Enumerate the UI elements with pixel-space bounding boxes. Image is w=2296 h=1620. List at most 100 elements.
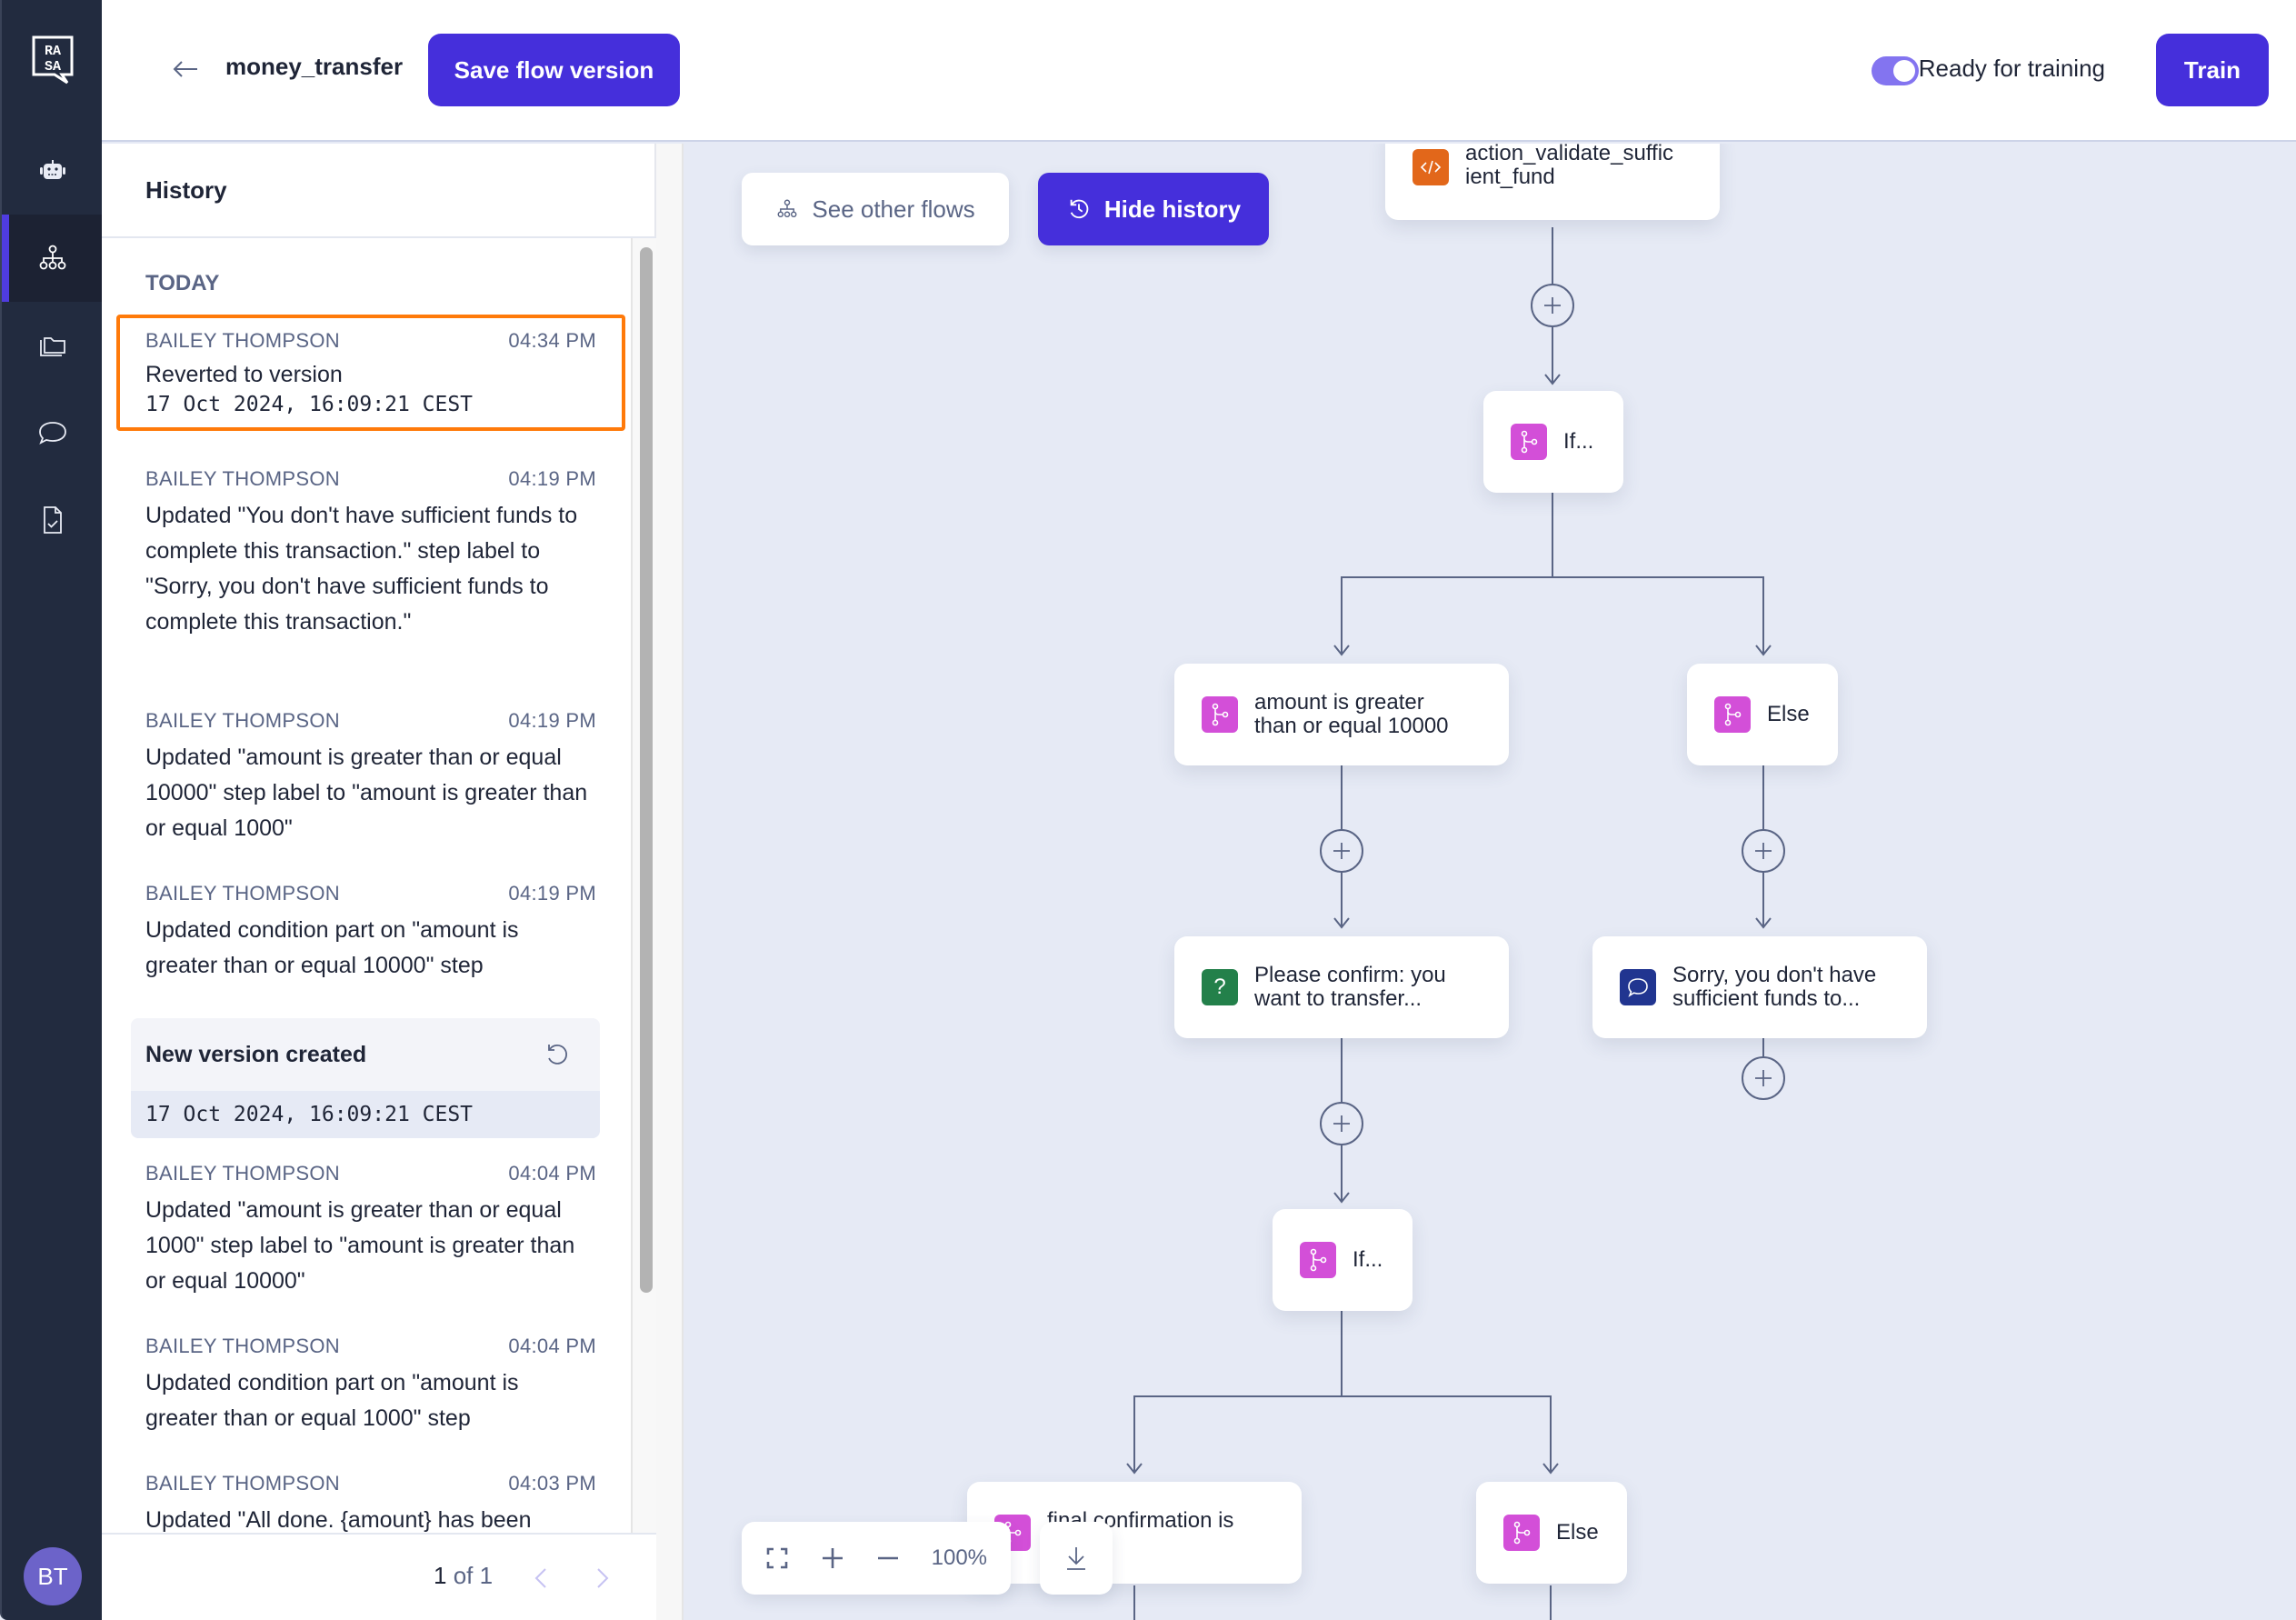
- history-list: TODAY BAILEY THOMPSON 04:34 PM Reverted t…: [102, 238, 631, 1533]
- see-other-flows-label: See other flows: [812, 195, 975, 223]
- chat-bubble-icon: [39, 422, 66, 445]
- page-total: 1: [479, 1562, 494, 1589]
- history-entry[interactable]: BAILEY THOMPSON 04:34 PM Reverted to vers…: [116, 315, 625, 431]
- history-title: History: [145, 176, 227, 204]
- entry-description: Updated condition part on "amount is gre…: [145, 917, 519, 978]
- entry-version-date: 17 Oct 2024, 16:09:21 CEST: [145, 393, 474, 416]
- history-entry[interactable]: BAILEY THOMPSON 04:19 PM Updated "You don…: [116, 453, 625, 640]
- entry-author: BAILEY THOMPSON: [145, 467, 340, 490]
- plus-icon: [1755, 1070, 1772, 1086]
- branch-icon: [1300, 1242, 1336, 1278]
- flow-node-else[interactable]: Else: [1476, 1482, 1627, 1584]
- history-entry[interactable]: BAILEY THOMPSON 04:03 PM Updated "All don…: [116, 1457, 625, 1533]
- history-scrollbar[interactable]: [631, 238, 656, 1533]
- flow-node-action[interactable]: action_validate_suffic ient_fund: [1385, 144, 1720, 220]
- entry-time: 04:19 PM: [508, 467, 596, 490]
- download-icon: [1067, 1547, 1085, 1570]
- entry-description: Updated "You don't have sufficient funds…: [145, 503, 578, 635]
- history-panel: History TODAY BAILEY THOMPSON 04:34 PM Re…: [102, 144, 656, 1620]
- flow-tree-icon: [777, 199, 797, 218]
- node-label: If...: [1353, 1247, 1383, 1272]
- flow-node-else[interactable]: Else: [1687, 664, 1838, 765]
- see-other-flows-button[interactable]: See other flows: [742, 173, 1009, 245]
- scrollbar-thumb[interactable]: [640, 247, 653, 1293]
- question-icon: ?: [1202, 969, 1238, 1005]
- branch-icon: [1714, 696, 1751, 733]
- history-icon: [1070, 199, 1089, 219]
- entry-time: 04:19 PM: [508, 709, 596, 732]
- page-indicator: 1 of 1: [434, 1562, 493, 1590]
- version-card: New version created 17 Oct 2024, 16:09:2…: [131, 1018, 600, 1138]
- entry-author: BAILEY THOMPSON: [145, 709, 340, 732]
- entry-author: BAILEY THOMPSON: [145, 329, 340, 352]
- user-initials: BT: [37, 1562, 68, 1590]
- entry-description: Updated condition part on "amount is gre…: [145, 1370, 519, 1431]
- arrow-left-icon: [173, 61, 197, 77]
- branch-icon: [1511, 424, 1547, 460]
- add-step-button[interactable]: [1320, 829, 1363, 873]
- flow-canvas[interactable]: See other flows Hide history action_vali…: [684, 144, 2296, 1620]
- next-page-button[interactable]: [589, 1562, 616, 1595]
- history-entry[interactable]: BAILEY THOMPSON 04:19 PM Updated "amount …: [116, 695, 625, 846]
- flow-node-condition[interactable]: final confirmation is: [967, 1482, 1302, 1584]
- history-entry[interactable]: BAILEY THOMPSON 04:19 PM Updated conditio…: [116, 867, 625, 984]
- add-step-button[interactable]: [1742, 829, 1785, 873]
- branch-icon: [1202, 696, 1238, 733]
- zoom-out-button[interactable]: [876, 1545, 901, 1572]
- flow-node-if[interactable]: If...: [1483, 391, 1623, 493]
- restore-version-icon[interactable]: [544, 1041, 571, 1068]
- code-icon: [1413, 149, 1449, 185]
- file-check-icon: [44, 506, 62, 534]
- train-button[interactable]: Train: [2156, 34, 2269, 106]
- node-label: Else: [1767, 702, 1810, 726]
- chevron-left-icon: [534, 1568, 546, 1588]
- previous-page-button[interactable]: [527, 1562, 554, 1595]
- back-button[interactable]: [167, 51, 204, 87]
- page-of: of: [453, 1562, 474, 1589]
- panel-gutter: [656, 144, 684, 1620]
- toggle-knob: [1893, 60, 1915, 82]
- history-entry[interactable]: BAILEY THOMPSON 04:04 PM Updated "amount …: [116, 1147, 625, 1299]
- robot-icon: [40, 160, 65, 179]
- plus-icon: [823, 1548, 844, 1568]
- add-step-button[interactable]: [1742, 1056, 1785, 1100]
- flow-node-if[interactable]: If...: [1273, 1209, 1413, 1311]
- ready-for-training-toggle[interactable]: [1872, 56, 1919, 85]
- edge: [1341, 576, 1764, 655]
- plus-icon: [1755, 843, 1772, 859]
- flow-edges: [1126, 227, 1772, 1620]
- hide-history-label: Hide history: [1103, 195, 1242, 223]
- add-step-button[interactable]: [1320, 1102, 1363, 1145]
- entry-author: BAILEY THOMPSON: [145, 1472, 340, 1495]
- fit-screen-icon: [767, 1547, 788, 1569]
- history-pagination: 1 of 1: [102, 1533, 656, 1620]
- nav-conversations[interactable]: [2, 389, 104, 476]
- flow-node-condition[interactable]: amount is greater than or equal 10000: [1174, 664, 1509, 765]
- plus-icon: [1544, 297, 1561, 314]
- add-step-button[interactable]: [1531, 284, 1574, 327]
- node-label: Sorry, you don't have sufficient funds t…: [1672, 963, 1877, 1011]
- nav-flows[interactable]: [2, 215, 104, 302]
- nav-tests[interactable]: [2, 476, 104, 564]
- rasa-logo[interactable]: RA SA: [31, 35, 75, 85]
- version-card-title: New version created: [145, 1041, 367, 1067]
- user-avatar[interactable]: BT: [24, 1547, 82, 1605]
- nav-content[interactable]: [2, 302, 104, 389]
- download-button[interactable]: [1040, 1522, 1113, 1595]
- hide-history-button[interactable]: Hide history: [1038, 173, 1269, 245]
- zoom-in-button[interactable]: [821, 1545, 845, 1572]
- nav-assistant[interactable]: [2, 127, 104, 215]
- entry-time: 04:34 PM: [508, 329, 596, 352]
- flow-node-question[interactable]: ? Please confirm: you want to transfer..…: [1174, 936, 1509, 1038]
- history-entry[interactable]: BAILEY THOMPSON 04:04 PM Updated conditio…: [116, 1320, 625, 1436]
- fit-view-button[interactable]: [765, 1545, 790, 1572]
- entry-author: BAILEY THOMPSON: [145, 1335, 340, 1357]
- top-bar: money_transfer Save flow version Ready f…: [102, 0, 2296, 142]
- save-flow-version-button[interactable]: Save flow version: [428, 34, 680, 106]
- flow-node-message[interactable]: Sorry, you don't have sufficient funds t…: [1592, 936, 1927, 1038]
- folder-icon: [40, 337, 65, 356]
- flow-title: money_transfer: [225, 53, 404, 80]
- zoom-level: 100%: [931, 1545, 988, 1570]
- chevron-right-icon: [597, 1568, 609, 1588]
- zoom-controls: 100%: [742, 1522, 1011, 1595]
